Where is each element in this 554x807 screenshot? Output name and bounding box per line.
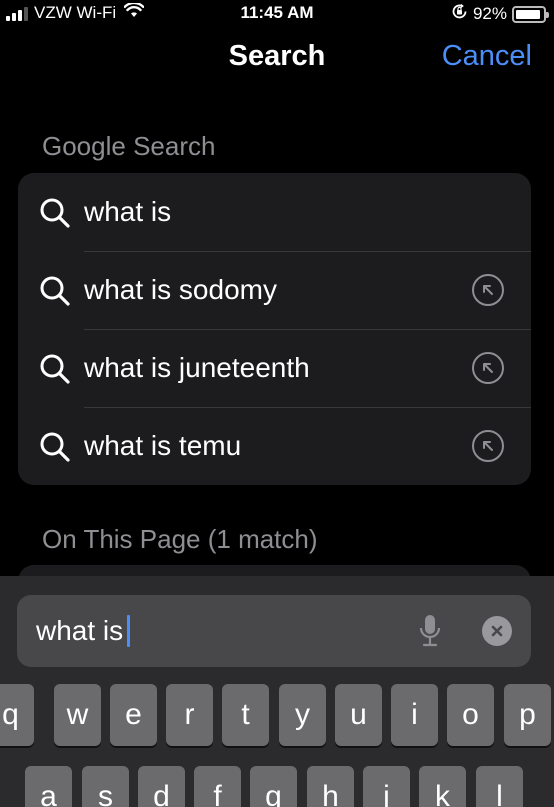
- key-p[interactable]: p: [504, 684, 551, 746]
- key-w[interactable]: w: [54, 684, 101, 746]
- on-this-page-header: On This Page (1 match): [42, 524, 318, 554]
- suggestion-row[interactable]: what is: [18, 173, 531, 251]
- key-t[interactable]: t: [222, 684, 269, 746]
- key-h[interactable]: h: [307, 766, 354, 807]
- suggestions-list: what is what is sodomy what is juneteent…: [18, 173, 531, 485]
- fill-search-arrow-icon[interactable]: [472, 352, 504, 384]
- key-q[interactable]: q: [0, 684, 34, 746]
- text-caret: [127, 615, 131, 647]
- safari-search-screen: VZW Wi-Fi 11:45 AM 92% Search Cancel Goo…: [0, 0, 554, 807]
- key-o[interactable]: o: [447, 684, 494, 746]
- microphone-icon[interactable]: [419, 614, 441, 653]
- close-icon: [491, 625, 503, 637]
- suggestion-text: what is temu: [84, 430, 242, 461]
- key-j[interactable]: j: [363, 766, 410, 807]
- search-input-value: what is: [36, 615, 124, 646]
- battery-percent: 92%: [472, 4, 507, 23]
- search-icon: [39, 353, 71, 385]
- key-l[interactable]: l: [476, 766, 523, 807]
- search-input-value-wrap: what is: [36, 615, 131, 647]
- key-s[interactable]: s: [82, 766, 129, 807]
- cancel-button[interactable]: Cancel: [442, 40, 532, 73]
- key-u[interactable]: u: [335, 684, 382, 746]
- search-icon: [39, 197, 71, 229]
- key-y[interactable]: y: [279, 684, 326, 746]
- orientation-lock-icon: [451, 3, 468, 25]
- suggestion-row[interactable]: what is juneteenth: [18, 329, 531, 407]
- key-g[interactable]: g: [250, 766, 297, 807]
- fill-search-arrow-icon[interactable]: [472, 430, 504, 462]
- suggestion-text: what is sodomy: [84, 274, 277, 305]
- key-a[interactable]: a: [25, 766, 72, 807]
- key-k[interactable]: k: [419, 766, 466, 807]
- search-input[interactable]: what is: [17, 595, 531, 667]
- fill-search-arrow-icon[interactable]: [472, 274, 504, 306]
- battery-fill: [516, 9, 540, 19]
- search-icon: [39, 431, 71, 463]
- search-icon: [39, 275, 71, 307]
- key-e[interactable]: e: [110, 684, 157, 746]
- battery-icon: [512, 5, 549, 23]
- key-r[interactable]: r: [166, 684, 213, 746]
- status-right: 92%: [451, 3, 549, 25]
- suggestion-text: what is: [84, 196, 172, 227]
- key-d[interactable]: d: [138, 766, 185, 807]
- google-search-header: Google Search: [42, 131, 216, 161]
- key-i[interactable]: i: [391, 684, 438, 746]
- key-f[interactable]: f: [194, 766, 241, 807]
- clear-text-button[interactable]: [482, 616, 512, 646]
- suggestion-row[interactable]: what is temu: [18, 407, 531, 485]
- status-bar: VZW Wi-Fi 11:45 AM 92%: [0, 0, 554, 26]
- suggestion-text: what is juneteenth: [84, 352, 310, 383]
- suggestion-row[interactable]: what is sodomy: [18, 251, 531, 329]
